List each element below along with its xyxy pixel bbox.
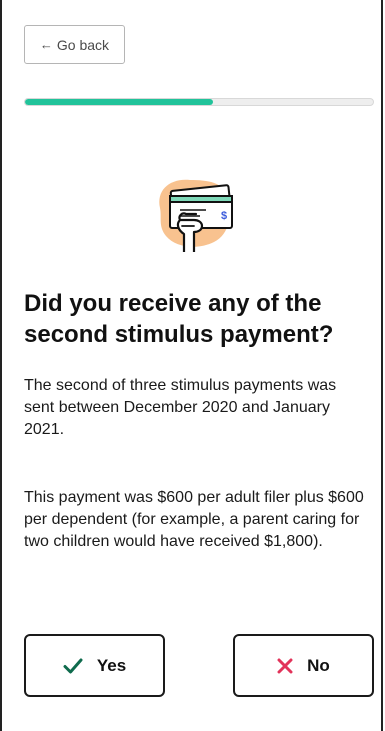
progress-bar-fill — [25, 99, 213, 105]
checkmark-icon — [63, 658, 83, 673]
progress-bar — [24, 98, 374, 106]
yes-button[interactable]: Yes — [24, 634, 165, 697]
no-label: No — [307, 655, 330, 675]
question-title: Did you receive any of the second stimul… — [24, 290, 334, 348]
go-back-button[interactable]: ← Go back — [24, 25, 125, 64]
app-frame: ← Go back $ Did you receive any of the s… — [0, 0, 383, 731]
yes-label: Yes — [96, 655, 127, 675]
question-description: The second of three stimulus payments wa… — [24, 377, 337, 438]
payment-details: This payment was $600 per adult filer pl… — [24, 489, 364, 550]
svg-text:$: $ — [221, 210, 227, 222]
hand-holding-check-icon: $ — [159, 179, 233, 252]
go-back-label: Go back — [56, 36, 110, 53]
arrow-left-icon: ← — [39, 37, 53, 52]
no-button[interactable]: No — [233, 634, 374, 697]
x-icon — [277, 658, 293, 673]
